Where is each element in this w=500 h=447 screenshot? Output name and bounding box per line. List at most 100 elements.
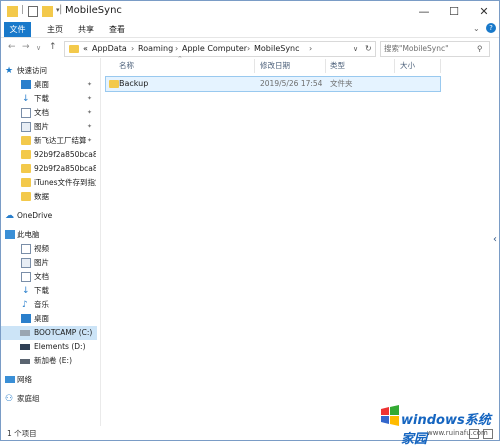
breadcrumb-roaming[interactable]: Roaming xyxy=(138,42,173,56)
folder-icon xyxy=(21,192,31,201)
drive-icon xyxy=(20,330,30,336)
tab-view[interactable]: 查看 xyxy=(105,22,129,37)
music-icon: ♪ xyxy=(22,300,28,310)
homegroup-icon: ⚇ xyxy=(5,394,14,404)
column-header-name[interactable]: 名称 xyxy=(119,59,134,73)
sidebar-item-desktop[interactable]: 桌面 ✦ xyxy=(1,78,97,92)
folder-icon xyxy=(109,80,119,88)
file-row[interactable]: Backup 2019/5/26 17:54 文件夹 xyxy=(105,76,441,92)
pin-icon[interactable]: ✦ xyxy=(87,106,92,120)
sidebar-item-onedrive[interactable]: ☁ OneDrive xyxy=(1,209,97,223)
column-separator[interactable] xyxy=(394,59,395,73)
ribbon-tabs: 文件 主页 共享 查看 ⌄ ? xyxy=(1,22,499,38)
column-separator[interactable] xyxy=(254,59,255,73)
properties-icon[interactable] xyxy=(28,6,38,17)
sidebar-item-folder[interactable]: 数据 xyxy=(1,190,97,204)
drive-icon xyxy=(20,359,30,364)
folder-icon xyxy=(21,178,31,187)
sidebar-item-drive-d[interactable]: Elements (D:) xyxy=(1,340,97,354)
file-type: 文件夹 xyxy=(330,79,353,88)
sidebar-item-documents[interactable]: 文档 ✦ xyxy=(1,106,97,120)
column-separator[interactable] xyxy=(440,59,441,73)
folder-icon xyxy=(7,6,18,17)
file-name[interactable]: Backup xyxy=(119,77,148,91)
search-input[interactable]: 搜索"MobileSync" ⚲ xyxy=(380,41,490,57)
breadcrumb-appdata[interactable]: AppData xyxy=(92,42,127,56)
column-header-size[interactable]: 大小 xyxy=(400,59,415,73)
column-header-type[interactable]: 类型 xyxy=(330,59,345,73)
download-icon: ↓ xyxy=(22,286,30,296)
search-icon[interactable]: ⚲ xyxy=(477,42,483,56)
sidebar-item-pictures[interactable]: 图片 xyxy=(1,256,97,270)
sidebar-item-folder[interactable]: 92b9f2a850bca83 xyxy=(1,148,97,162)
new-folder-icon[interactable] xyxy=(42,6,53,17)
column-header-date[interactable]: 修改日期 xyxy=(260,59,290,73)
sidebar-item-folder[interactable]: 92b9f2a850bca83 xyxy=(1,162,97,176)
pin-icon[interactable]: ✦ xyxy=(87,134,92,148)
sidebar-item-music[interactable]: ♪ 音乐 xyxy=(1,298,97,312)
sidebar-item-downloads[interactable]: ↓ 下载 ✦ xyxy=(1,92,97,106)
title-bar: | ▾ | MobileSync — ☐ ✕ xyxy=(1,1,499,22)
watermark-brand: windows系统家园 xyxy=(401,413,491,447)
computer-icon xyxy=(5,230,15,239)
document-icon xyxy=(21,272,31,282)
navigation-bar: ← → ∨ ↑ « AppData › Roaming › Apple Comp… xyxy=(1,38,499,58)
tab-share[interactable]: 共享 xyxy=(74,22,98,37)
pane-divider[interactable] xyxy=(100,58,101,426)
maximize-button[interactable]: ☐ xyxy=(439,1,469,22)
breadcrumb-chevron-icon[interactable]: › xyxy=(131,42,134,56)
breadcrumb-mobilesync[interactable]: MobileSync xyxy=(254,42,300,56)
folder-icon xyxy=(21,136,31,145)
sidebar-item-downloads[interactable]: ↓ 下载 xyxy=(1,284,97,298)
picture-icon xyxy=(21,258,31,268)
recent-locations-icon[interactable]: ∨ xyxy=(36,44,41,52)
folder-icon xyxy=(21,164,31,173)
forward-icon[interactable]: → xyxy=(22,42,30,52)
help-icon[interactable]: ? xyxy=(486,23,496,33)
sidebar-item-drive-e[interactable]: 新加卷 (E:) xyxy=(1,354,97,368)
sidebar-item-folder[interactable]: iTunes文件存到指定 xyxy=(1,176,97,190)
sidebar-item-this-pc[interactable]: 此电脑 xyxy=(1,228,97,242)
expand-ribbon-icon[interactable]: ⌄ xyxy=(473,24,480,33)
column-separator[interactable] xyxy=(325,59,326,73)
tab-home[interactable]: 主页 xyxy=(43,22,67,37)
address-dropdown-icon[interactable]: ∨ xyxy=(353,42,358,56)
picture-icon xyxy=(21,122,31,132)
sidebar-item-desktop[interactable]: 桌面 xyxy=(1,312,97,326)
sidebar-item-folder[interactable]: 新飞达工厂结算 ✦ xyxy=(1,134,97,148)
breadcrumb-overflow[interactable]: « xyxy=(83,42,88,56)
watermark-url: www.ruinafu.com xyxy=(427,429,488,437)
sidebar-item-videos[interactable]: 视频 xyxy=(1,242,97,256)
pin-icon[interactable]: ✦ xyxy=(87,92,92,106)
up-icon[interactable]: ↑ xyxy=(49,42,57,52)
watermark: windows系统家园 www.ruinafu.com xyxy=(375,401,500,447)
sidebar-item-homegroup[interactable]: ⚇ 家庭组 xyxy=(1,392,97,406)
pin-icon[interactable]: ✦ xyxy=(87,120,92,134)
pin-icon[interactable]: ✦ xyxy=(87,78,92,92)
tab-file[interactable]: 文件 xyxy=(4,22,31,37)
sidebar-item-drive-c[interactable]: BOOTCAMP (C:) xyxy=(1,326,97,340)
breadcrumb-chevron-icon[interactable]: › xyxy=(175,42,178,56)
address-bar[interactable]: « AppData › Roaming › Apple Computer › M… xyxy=(64,41,376,57)
document-icon xyxy=(21,108,31,118)
sidebar-item-documents[interactable]: 文档 xyxy=(1,270,97,284)
network-icon xyxy=(5,376,15,383)
separator: | xyxy=(59,4,63,15)
minimize-button[interactable]: — xyxy=(409,1,439,22)
video-icon xyxy=(21,244,31,254)
back-icon[interactable]: ← xyxy=(8,42,16,52)
sort-indicator-icon: ⌃ xyxy=(177,55,183,63)
sidebar-item-network[interactable]: 网络 xyxy=(1,373,97,387)
star-icon: ★ xyxy=(5,66,14,76)
preview-pane-toggle-icon[interactable]: ‹ xyxy=(493,234,497,245)
sidebar-item-quick-access[interactable]: ★ 快速访问 xyxy=(1,64,97,78)
breadcrumb-chevron-icon[interactable]: › xyxy=(247,42,250,56)
explorer-window: | ▾ | MobileSync — ☐ ✕ 文件 主页 共享 查看 ⌄ ? ←… xyxy=(0,0,500,447)
breadcrumb-chevron-icon[interactable]: › xyxy=(309,42,312,56)
close-button[interactable]: ✕ xyxy=(469,1,499,22)
sidebar-item-pictures[interactable]: 图片 ✦ xyxy=(1,120,97,134)
download-icon: ↓ xyxy=(22,94,30,104)
breadcrumb-apple-computer[interactable]: Apple Computer xyxy=(182,42,247,56)
refresh-icon[interactable]: ↻ xyxy=(365,42,372,56)
cloud-icon: ☁ xyxy=(5,211,14,221)
